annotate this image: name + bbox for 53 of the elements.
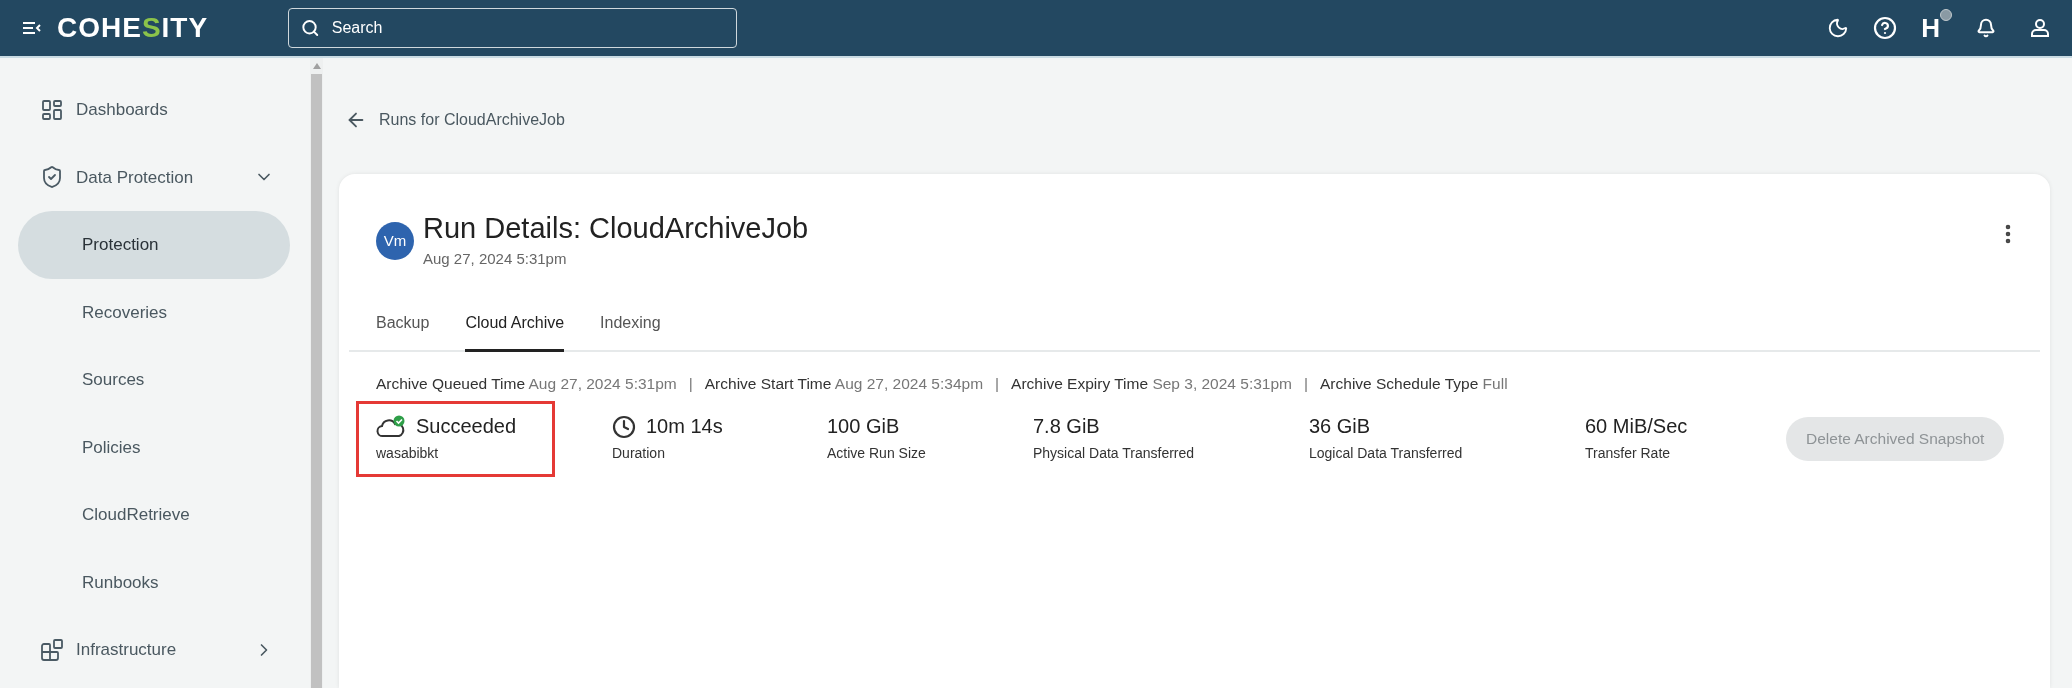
stat-label: Active Run Size bbox=[827, 444, 927, 463]
info-field: Archive Start Time Aug 27, 2024 5:34pm bbox=[704, 371, 984, 395]
sidebar-item[interactable]: Data Protection bbox=[18, 143, 290, 211]
search-input[interactable]: Search bbox=[331, 16, 725, 40]
logo: COHESITY bbox=[57, 14, 209, 42]
sidebar-subitem[interactable]: CloudRetrieve bbox=[18, 481, 290, 549]
stat-value: 60 MiB/Sec bbox=[1585, 414, 1688, 439]
status-badge-icon bbox=[1940, 9, 1952, 21]
info-field: Archive Expiry Time Sep 3, 2024 5:31pm bbox=[1011, 371, 1292, 395]
clock-icon bbox=[612, 414, 636, 439]
bell-icon[interactable] bbox=[1976, 18, 1996, 38]
separator: | bbox=[1304, 373, 1308, 394]
sidebar-item-icon bbox=[40, 165, 64, 190]
sidebar-subitem[interactable]: Protection bbox=[18, 211, 290, 279]
sidebar-subitem[interactable]: Sources bbox=[18, 346, 290, 414]
separator: | bbox=[995, 373, 1000, 394]
run-date: Aug 27, 2024 5:31pm bbox=[423, 249, 568, 270]
info-field: Archive Queued Time Aug 27, 2024 5:31pm bbox=[376, 371, 677, 395]
avatar: Vm bbox=[376, 222, 414, 260]
search-field[interactable]: Search bbox=[288, 8, 738, 48]
stat-value: 100 GiB bbox=[827, 414, 900, 439]
cloud-check-icon bbox=[376, 414, 406, 439]
tab[interactable]: Cloud Archive bbox=[465, 310, 565, 352]
sidebar-item[interactable]: Dashboards bbox=[18, 76, 290, 144]
scrollbar-thumb[interactable] bbox=[311, 74, 322, 688]
separator: | bbox=[688, 373, 693, 394]
sidebar-subitem[interactable]: Runbooks bbox=[18, 548, 290, 616]
sidebar-item-icon bbox=[40, 637, 64, 662]
menu-icon[interactable] bbox=[22, 21, 42, 35]
stat-value: 10m 14s bbox=[646, 414, 723, 439]
stat-value: 36 GiB bbox=[1309, 414, 1371, 439]
stat-label: Duration bbox=[612, 444, 666, 463]
back-link[interactable]: Runs for CloudArchiveJob bbox=[345, 110, 565, 130]
tab[interactable]: Indexing bbox=[600, 310, 661, 352]
sidebar-subitem[interactable]: Recoveries bbox=[18, 278, 290, 346]
page-title: Run Details: CloudArchiveJob bbox=[423, 211, 809, 246]
stat-label: wasabibkt bbox=[376, 444, 440, 463]
help-icon[interactable] bbox=[1873, 16, 1898, 40]
stat-value: Succeeded bbox=[416, 414, 517, 439]
stat-label: Logical Data Transferred bbox=[1309, 444, 1464, 463]
sidebar-subitem[interactable]: Policies bbox=[18, 413, 290, 481]
info-field: Archive Schedule Type Full bbox=[1320, 371, 1508, 395]
moon-icon[interactable] bbox=[1827, 17, 1850, 39]
sidebar-item[interactable]: Infrastructure bbox=[18, 616, 290, 684]
scrollbar[interactable] bbox=[310, 58, 323, 688]
app-switcher[interactable]: H bbox=[1921, 15, 1940, 41]
sidebar-item-icon bbox=[40, 97, 64, 122]
user-icon[interactable] bbox=[2030, 18, 2050, 38]
search-icon bbox=[301, 18, 320, 38]
stat-value: 7.8 GiB bbox=[1033, 414, 1100, 439]
tab[interactable]: Backup bbox=[376, 310, 430, 352]
stat-label: Physical Data Transferred bbox=[1033, 444, 1196, 463]
stat-label: Transfer Rate bbox=[1585, 444, 1672, 463]
